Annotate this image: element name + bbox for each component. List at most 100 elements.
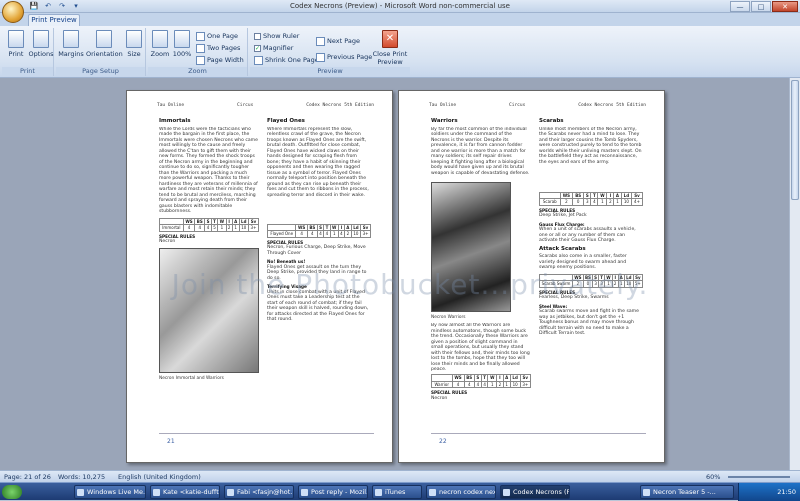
undo-icon[interactable]: ↶ [42, 1, 54, 11]
scroll-thumb[interactable] [791, 80, 799, 200]
next-page-label: Next Page [327, 37, 360, 45]
page-width-icon [196, 55, 205, 65]
options-button[interactable]: Options [28, 30, 54, 58]
printer-icon [8, 30, 24, 48]
system-tray: 21:50 [738, 483, 800, 501]
zoom-button[interactable]: Zoom [150, 30, 170, 58]
page-count[interactable]: Page: 21 of 26 [4, 473, 51, 481]
orientation-button[interactable]: Orientation [86, 30, 123, 58]
page-width-label: Page Width [207, 56, 244, 64]
stat-table: WS BS S T W I A Ld Sv Immortal 4 4 4 5 1 2 1 10 3+ [159, 217, 260, 232]
magnifier-checkbox[interactable]: ✓ Magnifier [254, 43, 293, 54]
rule-text: When a unit of scarabs assaults a vehicl… [539, 227, 636, 243]
page-header: Tau Online Circus Codex Necrons 5th Edit… [429, 103, 646, 109]
rule-text: Flayed Ones get assault on the turn they… [267, 264, 367, 281]
shrink-one-page-button[interactable]: Shrink One Page [254, 55, 319, 66]
margins-button[interactable]: Margins [58, 30, 84, 58]
customize-qat-icon[interactable]: ▾ [70, 1, 82, 11]
document-area[interactable] [0, 78, 789, 470]
taskbar-item[interactable]: Post reply - Mozil... [298, 485, 368, 499]
page-size-icon [126, 30, 142, 48]
taskbar: Windows Live Me... Kate <katie-dufft... … [0, 482, 800, 501]
page-22[interactable]: Tau Online Circus Codex Necrons 5th Edit… [398, 90, 665, 463]
stat-table: WS BS S T W I A Ld Sv Scarab 2 0 3 4 1 2 1 10 4+ [539, 191, 643, 206]
clock[interactable]: 21:50 [777, 488, 796, 496]
illustration-caption: Necron Warriors [431, 314, 466, 320]
quick-access-toolbar: 💾 ↶ ↷ ▾ [28, 1, 82, 11]
section-title: Scarabs [539, 118, 564, 124]
taskbar-item[interactable]: iTunes [372, 485, 422, 499]
minimize-button[interactable]: — [730, 1, 750, 12]
next-page-button[interactable]: Next Page [316, 36, 360, 47]
ribbon: Print Options Print Margins Orientation … [0, 26, 800, 78]
size-button[interactable]: Size [124, 30, 144, 58]
close-preview-label: Close Print Preview [372, 50, 408, 66]
header-right: Codex Necrons 5th Edition [306, 103, 374, 108]
footer-rule [431, 433, 646, 434]
close-button[interactable]: ✕ [772, 1, 798, 12]
previous-page-label: Previous Page [327, 53, 373, 61]
shrink-label: Shrink One Page [265, 56, 319, 64]
stat-table: WS BS S T W I A Ld Sv Warrior 4 4 4 4 1 2 1 10 3+ [431, 374, 532, 388]
next-page-icon [316, 36, 325, 46]
ribbon-tab-bar: Print Preview [0, 13, 800, 26]
save-icon[interactable]: 💾 [28, 1, 40, 11]
margins-icon [63, 30, 79, 48]
group-page-setup: Margins Orientation Size Page Setup [56, 28, 146, 76]
section-body: While the Lords were the tacticians who … [159, 126, 258, 215]
rule-text: Scarab swarms move and fight in the same… [539, 309, 639, 336]
magnifier-label: Magnifier [263, 44, 294, 52]
word-count[interactable]: Words: 10,275 [58, 473, 105, 481]
redo-icon[interactable]: ↷ [56, 1, 68, 11]
magnifier-icon [152, 30, 168, 48]
options-label: Options [28, 50, 54, 58]
page-number: 22 [439, 437, 447, 445]
section-body-2: By now almost all the Warriors are mindl… [431, 323, 530, 371]
zoom-100-label: 100% [172, 50, 192, 58]
page-width-button[interactable]: Page Width [196, 55, 244, 66]
one-page-button[interactable]: One Page [196, 31, 238, 42]
stat-table: WS BS S T W I A Ld Sv Flayed One 4 4 4 4 1 4 2 10 3+ [266, 223, 371, 238]
close-print-preview-button[interactable]: ✕ Close Print Preview [372, 30, 408, 66]
section-title: Immortals [159, 118, 191, 124]
stat-table: WS BS S T W I A Ld Sv Scarab Swarm 2 0 3 3 1 2 1 10 5+ [538, 273, 644, 288]
previous-page-button[interactable]: Previous Page [316, 52, 372, 63]
status-bar: Page: 21 of 26 Words: 10,275 English (Un… [0, 470, 800, 482]
start-button[interactable] [2, 485, 22, 499]
title-bar: Codex Necrons (Preview) - Microsoft Word… [0, 0, 800, 13]
taskbar-item-active[interactable]: Codex Necrons (P... [500, 485, 570, 499]
language[interactable]: English (United Kingdom) [118, 473, 201, 481]
office-button[interactable] [2, 1, 24, 23]
zoom-level[interactable]: 60% [706, 473, 720, 481]
two-pages-button[interactable]: Two Pages [196, 43, 240, 54]
zoom-100-button[interactable]: 100% [172, 30, 192, 58]
two-pages-icon [196, 43, 205, 53]
group-label-page-setup: Page Setup [56, 67, 145, 76]
taskbar-item[interactable]: Necron Teaser 5 -... [640, 485, 734, 499]
vertical-scrollbar[interactable] [789, 78, 800, 470]
taskbar-item[interactable]: Fabi <fasjn@hot... [224, 485, 294, 499]
warrior-illustration [431, 181, 511, 312]
column-right: Flayed Ones Where Immortals represent th… [266, 118, 371, 326]
checkbox-checked-icon: ✓ [254, 44, 261, 52]
tab-print-preview[interactable]: Print Preview [28, 14, 80, 26]
taskbar-item[interactable]: necron codex next... [426, 485, 496, 499]
group-print: Print Options Print [2, 28, 54, 76]
print-button[interactable]: Print [5, 30, 27, 58]
header-right: Codex Necrons 5th Edition [578, 103, 646, 108]
column-left: Immortals While the Lords were the tacti… [159, 118, 260, 381]
zoom-slider[interactable] [728, 476, 790, 478]
checkbox-unchecked-icon [254, 32, 261, 40]
group-label-preview: Preview [250, 67, 410, 76]
group-preview: Show Ruler ✓ Magnifier Shrink One Page Ne… [250, 28, 410, 76]
maximize-button[interactable]: □ [751, 1, 771, 12]
section-body: By far the most common of the individual… [431, 126, 530, 176]
special-rules: Necron [431, 395, 448, 401]
header-mid: Circus [237, 103, 254, 108]
taskbar-item[interactable]: Windows Live Me... [74, 485, 146, 499]
show-ruler-checkbox[interactable]: Show Ruler [254, 31, 299, 42]
size-label: Size [127, 50, 141, 58]
special-rules: Fearless, Deep Strike, Swarms [539, 295, 609, 300]
taskbar-item[interactable]: Kate <katie-dufft... [150, 485, 220, 499]
page-21[interactable]: Tau Online Circus Codex Necrons 5th Edit… [126, 90, 393, 463]
